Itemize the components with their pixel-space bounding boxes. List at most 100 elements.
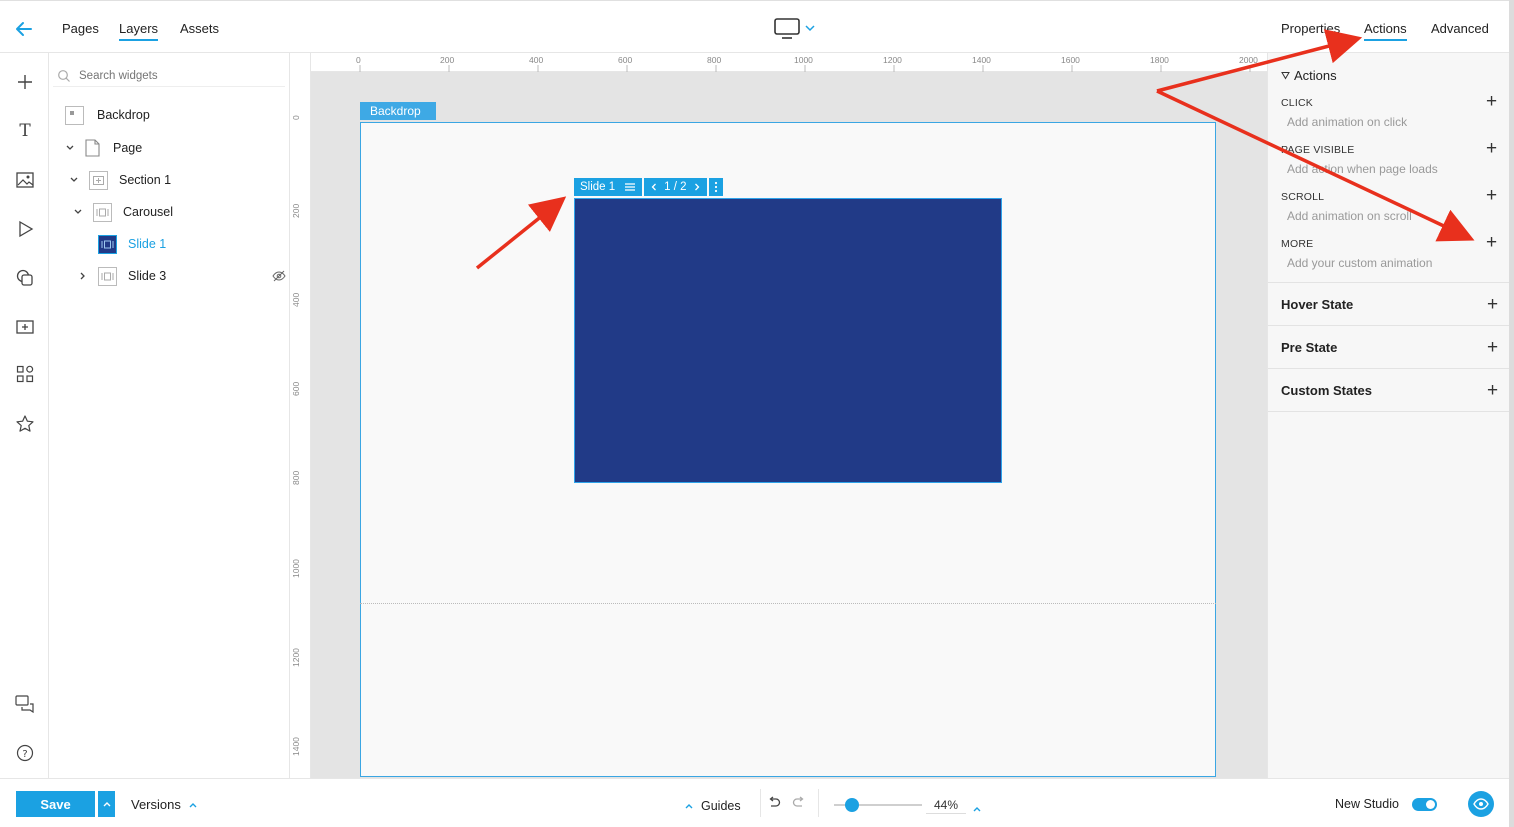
slide-name: Slide 1 — [580, 181, 616, 193]
divider — [818, 789, 819, 817]
ruler-label: 600 — [291, 381, 301, 396]
actions-panel: Actions CLICK Add animation on click + P… — [1267, 53, 1509, 778]
add-page-visible-action-plus-icon[interactable]: + — [1486, 139, 1497, 158]
tool-rail: T ? — [0, 53, 49, 778]
actions-header[interactable]: Actions — [1281, 68, 1337, 83]
layer-slide-1[interactable]: Slide 1 — [98, 232, 166, 256]
window-scrollbar[interactable] — [1509, 0, 1514, 827]
divider — [1268, 368, 1509, 369]
add-section-icon[interactable] — [12, 314, 38, 340]
ruler-label: 2000 — [1239, 55, 1258, 65]
search-input[interactable] — [77, 68, 267, 83]
layer-carousel[interactable]: Carousel — [73, 200, 173, 224]
slide-icon — [98, 234, 117, 254]
triangle-down-icon — [1281, 72, 1290, 80]
tab-actions[interactable]: Actions — [1364, 21, 1407, 41]
page-fold-line — [360, 603, 1216, 604]
slide-name-chip[interactable]: Slide 1 — [574, 178, 643, 196]
design-canvas[interactable]: Backdrop Slide 1 1 / 2 — [311, 72, 1267, 778]
pre-state-label[interactable]: Pre State — [1281, 340, 1337, 355]
backdrop-label[interactable]: Backdrop — [360, 102, 436, 120]
slide-pager: 1 / 2 — [644, 178, 707, 196]
shapes-icon[interactable] — [12, 265, 38, 291]
ruler-label: 800 — [291, 470, 301, 485]
chevron-right-icon[interactable] — [78, 271, 92, 281]
menu-icon[interactable] — [624, 182, 636, 192]
chevron-up-icon — [685, 804, 693, 809]
tab-properties[interactable]: Properties — [1281, 21, 1340, 36]
slide-icon — [98, 266, 117, 286]
action-subtext: Add animation on click — [1287, 115, 1408, 129]
save-options-button[interactable] — [98, 791, 115, 817]
guides-button[interactable]: Guides — [684, 799, 741, 813]
ruler-label: 1000 — [291, 559, 301, 578]
chevron-up-icon — [103, 802, 110, 807]
zoom-options-chevron-up-icon[interactable] — [972, 800, 982, 818]
ruler-label: 1600 — [1061, 55, 1080, 65]
ruler-label: 0 — [356, 55, 361, 65]
chevron-down-icon[interactable] — [69, 175, 83, 185]
layer-backdrop[interactable]: Backdrop — [65, 103, 150, 127]
ruler-label: 800 — [707, 55, 722, 65]
comments-icon[interactable] — [12, 691, 38, 717]
image-icon[interactable] — [12, 167, 38, 193]
star-icon[interactable] — [12, 411, 38, 437]
add-scroll-action-plus-icon[interactable]: + — [1486, 186, 1497, 205]
tab-layers[interactable]: Layers — [119, 21, 159, 41]
ruler-label: 600 — [618, 55, 633, 65]
eye-hidden-icon[interactable] — [272, 270, 286, 282]
slide-toolbar: Slide 1 1 / 2 — [574, 178, 723, 196]
chevron-down-icon[interactable] — [65, 143, 79, 153]
toggle-knob — [1426, 800, 1435, 809]
tab-pages[interactable]: Pages — [62, 21, 99, 36]
add-more-action-plus-icon[interactable]: + — [1486, 233, 1497, 252]
redo-icon[interactable] — [792, 796, 806, 815]
layer-label: Backdrop — [97, 108, 150, 122]
hover-state-label[interactable]: Hover State — [1281, 297, 1353, 312]
divider — [760, 789, 761, 817]
back-arrow-icon[interactable] — [14, 19, 34, 39]
tab-advanced[interactable]: Advanced — [1431, 21, 1489, 36]
add-icon[interactable] — [12, 69, 38, 95]
slide-1-element[interactable] — [574, 198, 1002, 483]
versions-button[interactable]: Versions — [131, 797, 198, 812]
divider — [1268, 325, 1509, 326]
layer-label: Slide 1 — [128, 237, 167, 251]
ruler-top: 0 200 400 600 800 1000 1200 1400 1600 18… — [311, 53, 1267, 72]
zoom-slider-handle[interactable] — [845, 798, 860, 812]
actions-title: Actions — [1294, 68, 1337, 83]
help-icon[interactable]: ? — [12, 740, 38, 766]
zoom-value[interactable]: 44% — [926, 796, 966, 814]
ruler-label: 1800 — [1150, 55, 1169, 65]
zoom-slider-track[interactable] — [834, 798, 922, 812]
chevron-right-icon[interactable] — [693, 182, 701, 192]
more-options-icon[interactable] — [708, 178, 723, 196]
add-custom-state-plus-icon[interactable]: + — [1487, 381, 1498, 400]
undo-icon[interactable] — [767, 796, 781, 815]
divider — [1268, 282, 1509, 283]
device-selector[interactable] — [773, 17, 819, 41]
chevron-up-icon — [189, 802, 197, 807]
chevron-down-icon[interactable] — [73, 207, 87, 217]
add-hover-state-plus-icon[interactable]: + — [1487, 295, 1498, 314]
new-studio-toggle[interactable] — [1412, 798, 1437, 811]
carousel-icon — [93, 202, 112, 222]
ruler-left: 0 200 400 600 800 1000 1200 1400 — [290, 53, 311, 778]
text-icon[interactable]: T — [12, 118, 38, 144]
video-play-icon[interactable] — [12, 216, 38, 242]
preview-eye-icon[interactable] — [1468, 791, 1494, 817]
bottom-bar: Save Versions Guides 44% New Studio — [0, 778, 1514, 827]
layer-slide-3[interactable]: Slide 3 — [78, 264, 286, 288]
layer-section-1[interactable]: Section 1 — [69, 168, 171, 192]
action-subtext: Add animation on scroll — [1287, 209, 1412, 223]
layer-page[interactable]: Page — [65, 136, 142, 160]
desktop-icon — [774, 18, 815, 39]
add-click-action-plus-icon[interactable]: + — [1486, 92, 1497, 111]
tab-assets[interactable]: Assets — [180, 21, 219, 36]
save-button[interactable]: Save — [16, 791, 95, 817]
action-caption: CLICK — [1281, 97, 1313, 109]
widgets-grid-icon[interactable] — [12, 361, 38, 387]
chevron-left-icon[interactable] — [650, 182, 658, 192]
custom-states-label[interactable]: Custom States — [1281, 383, 1372, 398]
add-pre-state-plus-icon[interactable]: + — [1487, 338, 1498, 357]
